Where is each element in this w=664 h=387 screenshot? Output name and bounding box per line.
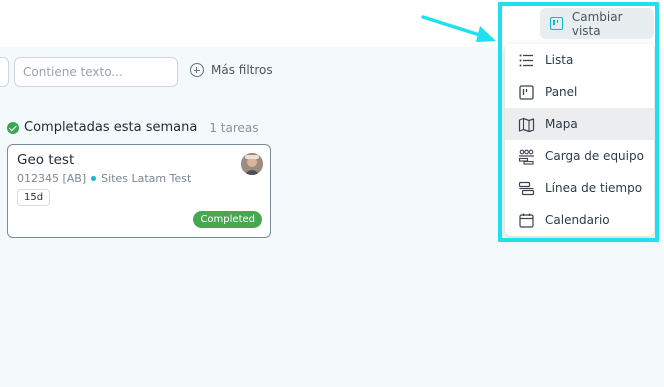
group-title: Completadas esta semana xyxy=(24,120,198,135)
task-site: Sites Latam Test xyxy=(101,172,192,185)
task-title: Geo test xyxy=(17,152,75,168)
check-circle-icon xyxy=(7,121,19,134)
highlight-frame xyxy=(498,2,659,242)
more-filters-label: Más filtros xyxy=(211,63,273,77)
search-input[interactable] xyxy=(14,57,178,87)
task-card[interactable]: Geo test 012345 [AB] Sites Latam Test 15… xyxy=(7,144,271,238)
site-dot-icon xyxy=(91,176,97,181)
annotation-arrow-icon xyxy=(421,15,496,42)
more-filters-button[interactable]: Más filtros xyxy=(190,63,273,77)
group-count: 1 tareas xyxy=(209,120,259,135)
group-header: Completadas esta semana 1 tareas xyxy=(7,120,259,135)
task-meta: 012345 [AB] Sites Latam Test xyxy=(17,172,191,185)
add-circle-icon xyxy=(190,63,204,77)
task-code: 012345 [AB] xyxy=(17,172,87,185)
duration-badge: 15d xyxy=(17,189,51,206)
filter-dropdown[interactable] xyxy=(0,57,9,87)
status-badge: Completed xyxy=(193,211,262,228)
avatar[interactable] xyxy=(241,153,263,175)
